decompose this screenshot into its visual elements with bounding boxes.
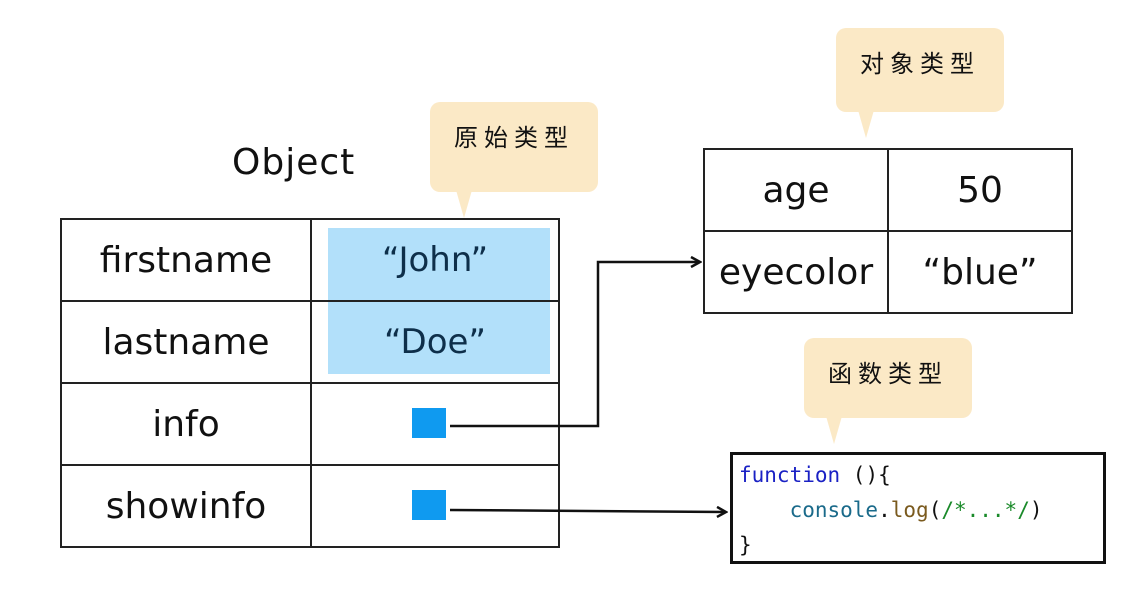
callout-function-type: 函数类型 xyxy=(804,338,972,444)
value-text: “John” xyxy=(381,240,489,280)
table-row: eyecolor “blue” xyxy=(703,230,1073,314)
code-paren-close: ) xyxy=(1029,498,1043,522)
code-keyword: function xyxy=(739,463,841,487)
key-age: age xyxy=(703,148,889,232)
callout-object-type: 对象类型 xyxy=(836,28,1004,138)
code-line-3: } xyxy=(739,533,752,557)
nested-object-table: age 50 eyecolor “blue” xyxy=(703,148,1073,314)
value-info xyxy=(310,382,560,466)
code-identifier: console xyxy=(789,498,879,522)
value-age: 50 xyxy=(887,148,1073,232)
code-punctuation: (){ xyxy=(840,463,891,487)
value-firstname: “John” xyxy=(310,218,560,302)
value-lastname: “Doe” xyxy=(310,300,560,384)
callout-primitive-type: 原始类型 xyxy=(430,102,598,218)
object-title: Object xyxy=(232,142,356,183)
code-paren-open: ( xyxy=(928,498,942,522)
key-lastname: lastname xyxy=(60,300,312,384)
code-function-name: log xyxy=(890,498,929,522)
key-info: info xyxy=(60,382,312,466)
table-row: showinfo xyxy=(60,464,560,548)
function-code-box: function (){ console.log(/*...*/) } xyxy=(730,452,1106,564)
table-row: info xyxy=(60,382,560,466)
key-showinfo: showinfo xyxy=(60,464,312,548)
code-line-1: function (){ xyxy=(739,458,1103,493)
object-table: firstname “John” lastname “Doe” info sho… xyxy=(60,218,560,548)
code-dot: . xyxy=(878,498,891,522)
key-eyecolor: eyecolor xyxy=(703,230,889,314)
pointer-square-icon xyxy=(412,490,446,520)
value-showinfo xyxy=(310,464,560,548)
pointer-square-icon xyxy=(412,408,446,438)
code-comment: /*...*/ xyxy=(941,498,1030,522)
key-firstname: firstname xyxy=(60,218,312,302)
table-row: age 50 xyxy=(703,148,1073,232)
code-line-2: console.log(/*...*/) xyxy=(739,493,1103,528)
value-eyecolor: “blue” xyxy=(887,230,1073,314)
table-row: lastname “Doe” xyxy=(60,300,560,384)
value-text: “Doe” xyxy=(383,322,487,362)
table-row: firstname “John” xyxy=(60,218,560,302)
